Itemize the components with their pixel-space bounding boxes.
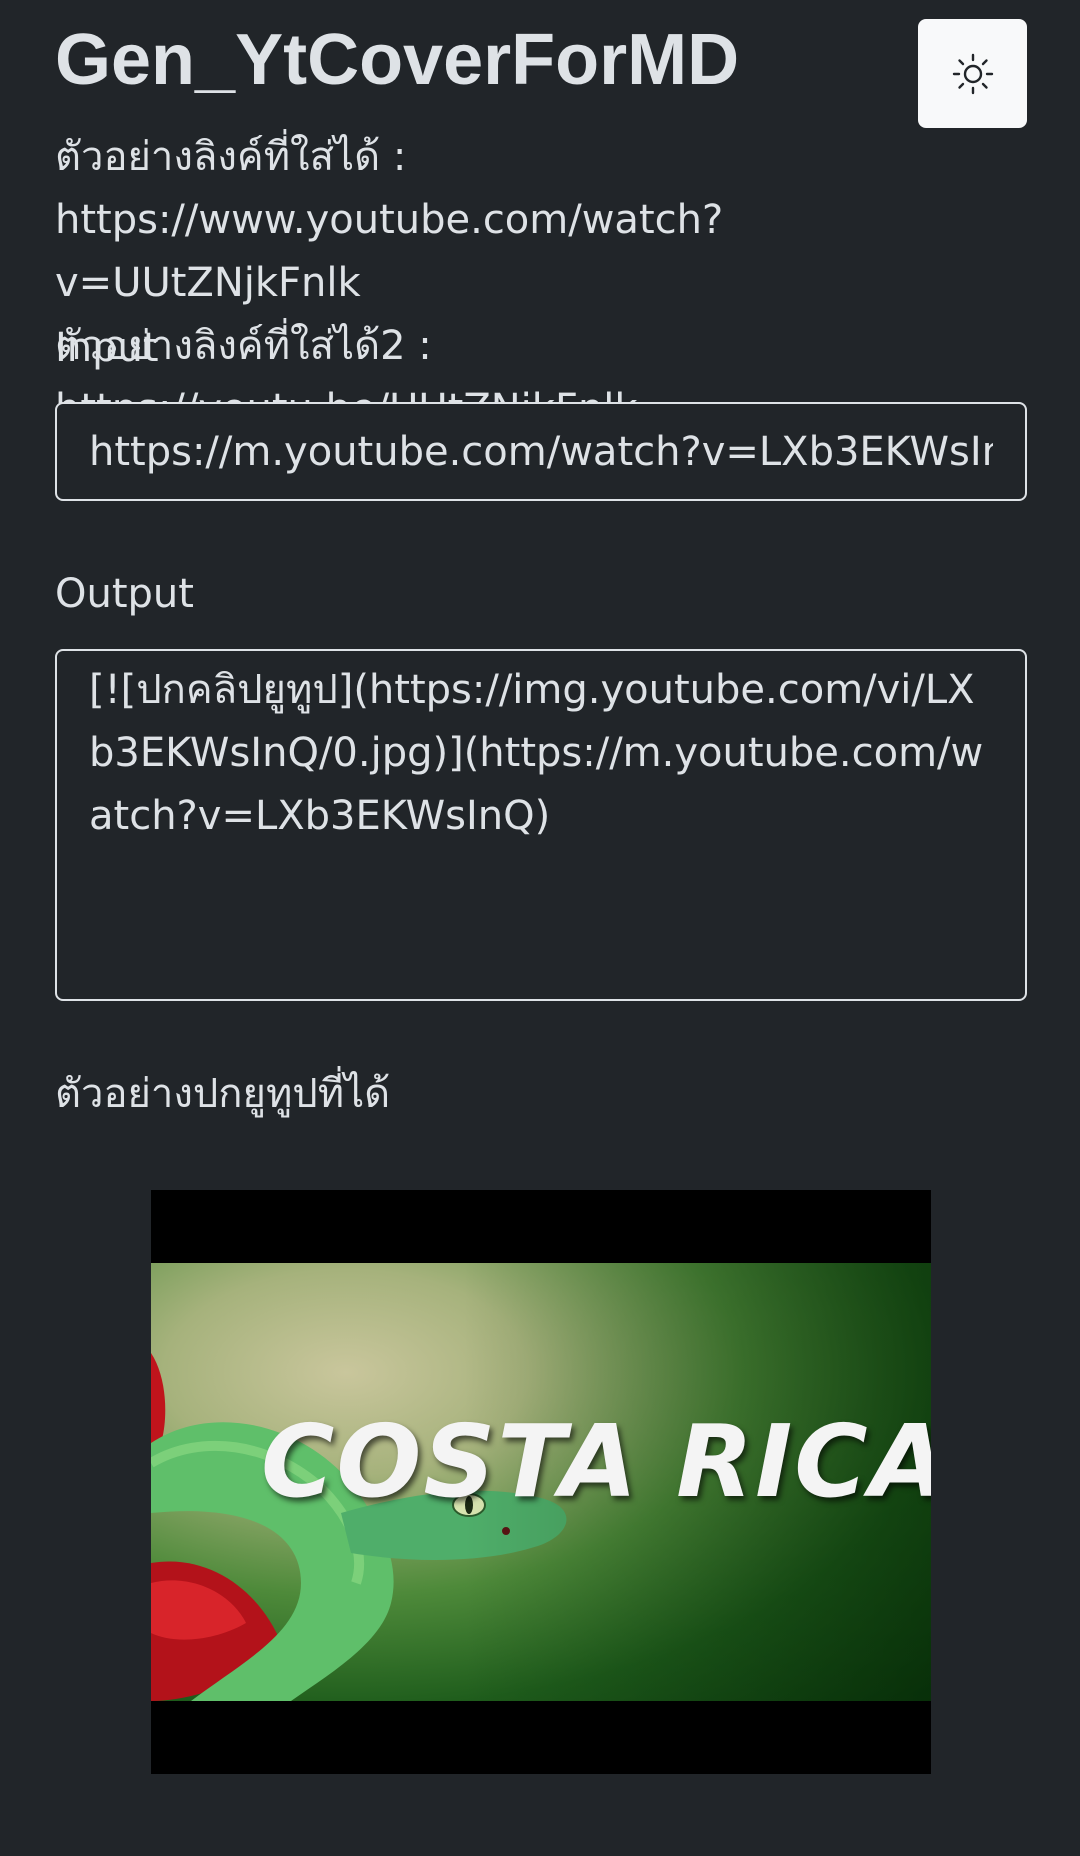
example-link-1: ตัวอย่างลิงค์ที่ใส่ได้ : https://www.you… (55, 134, 724, 306)
input-label: Input (55, 325, 159, 371)
theme-toggle-button[interactable] (918, 19, 1027, 128)
output-label: Output (55, 571, 194, 617)
example-links: ตัวอย่างลิงค์ที่ใส่ได้ : https://www.you… (55, 126, 1027, 441)
markdown-output[interactable]: [![ปกคลิปยูทูป](https://img.youtube.com/… (55, 649, 1027, 1001)
preview-label: ตัวอย่างปกยูทูปที่ได้ (55, 1071, 391, 1117)
thumbnail-preview[interactable]: COSTA RICA (151, 1190, 931, 1774)
thumbnail-image: COSTA RICA (151, 1263, 931, 1701)
page-title: Gen_YtCoverForMD (55, 20, 740, 100)
thumbnail-title: COSTA RICA (261, 1403, 931, 1520)
sun-icon (952, 53, 993, 94)
url-input[interactable] (55, 402, 1027, 501)
